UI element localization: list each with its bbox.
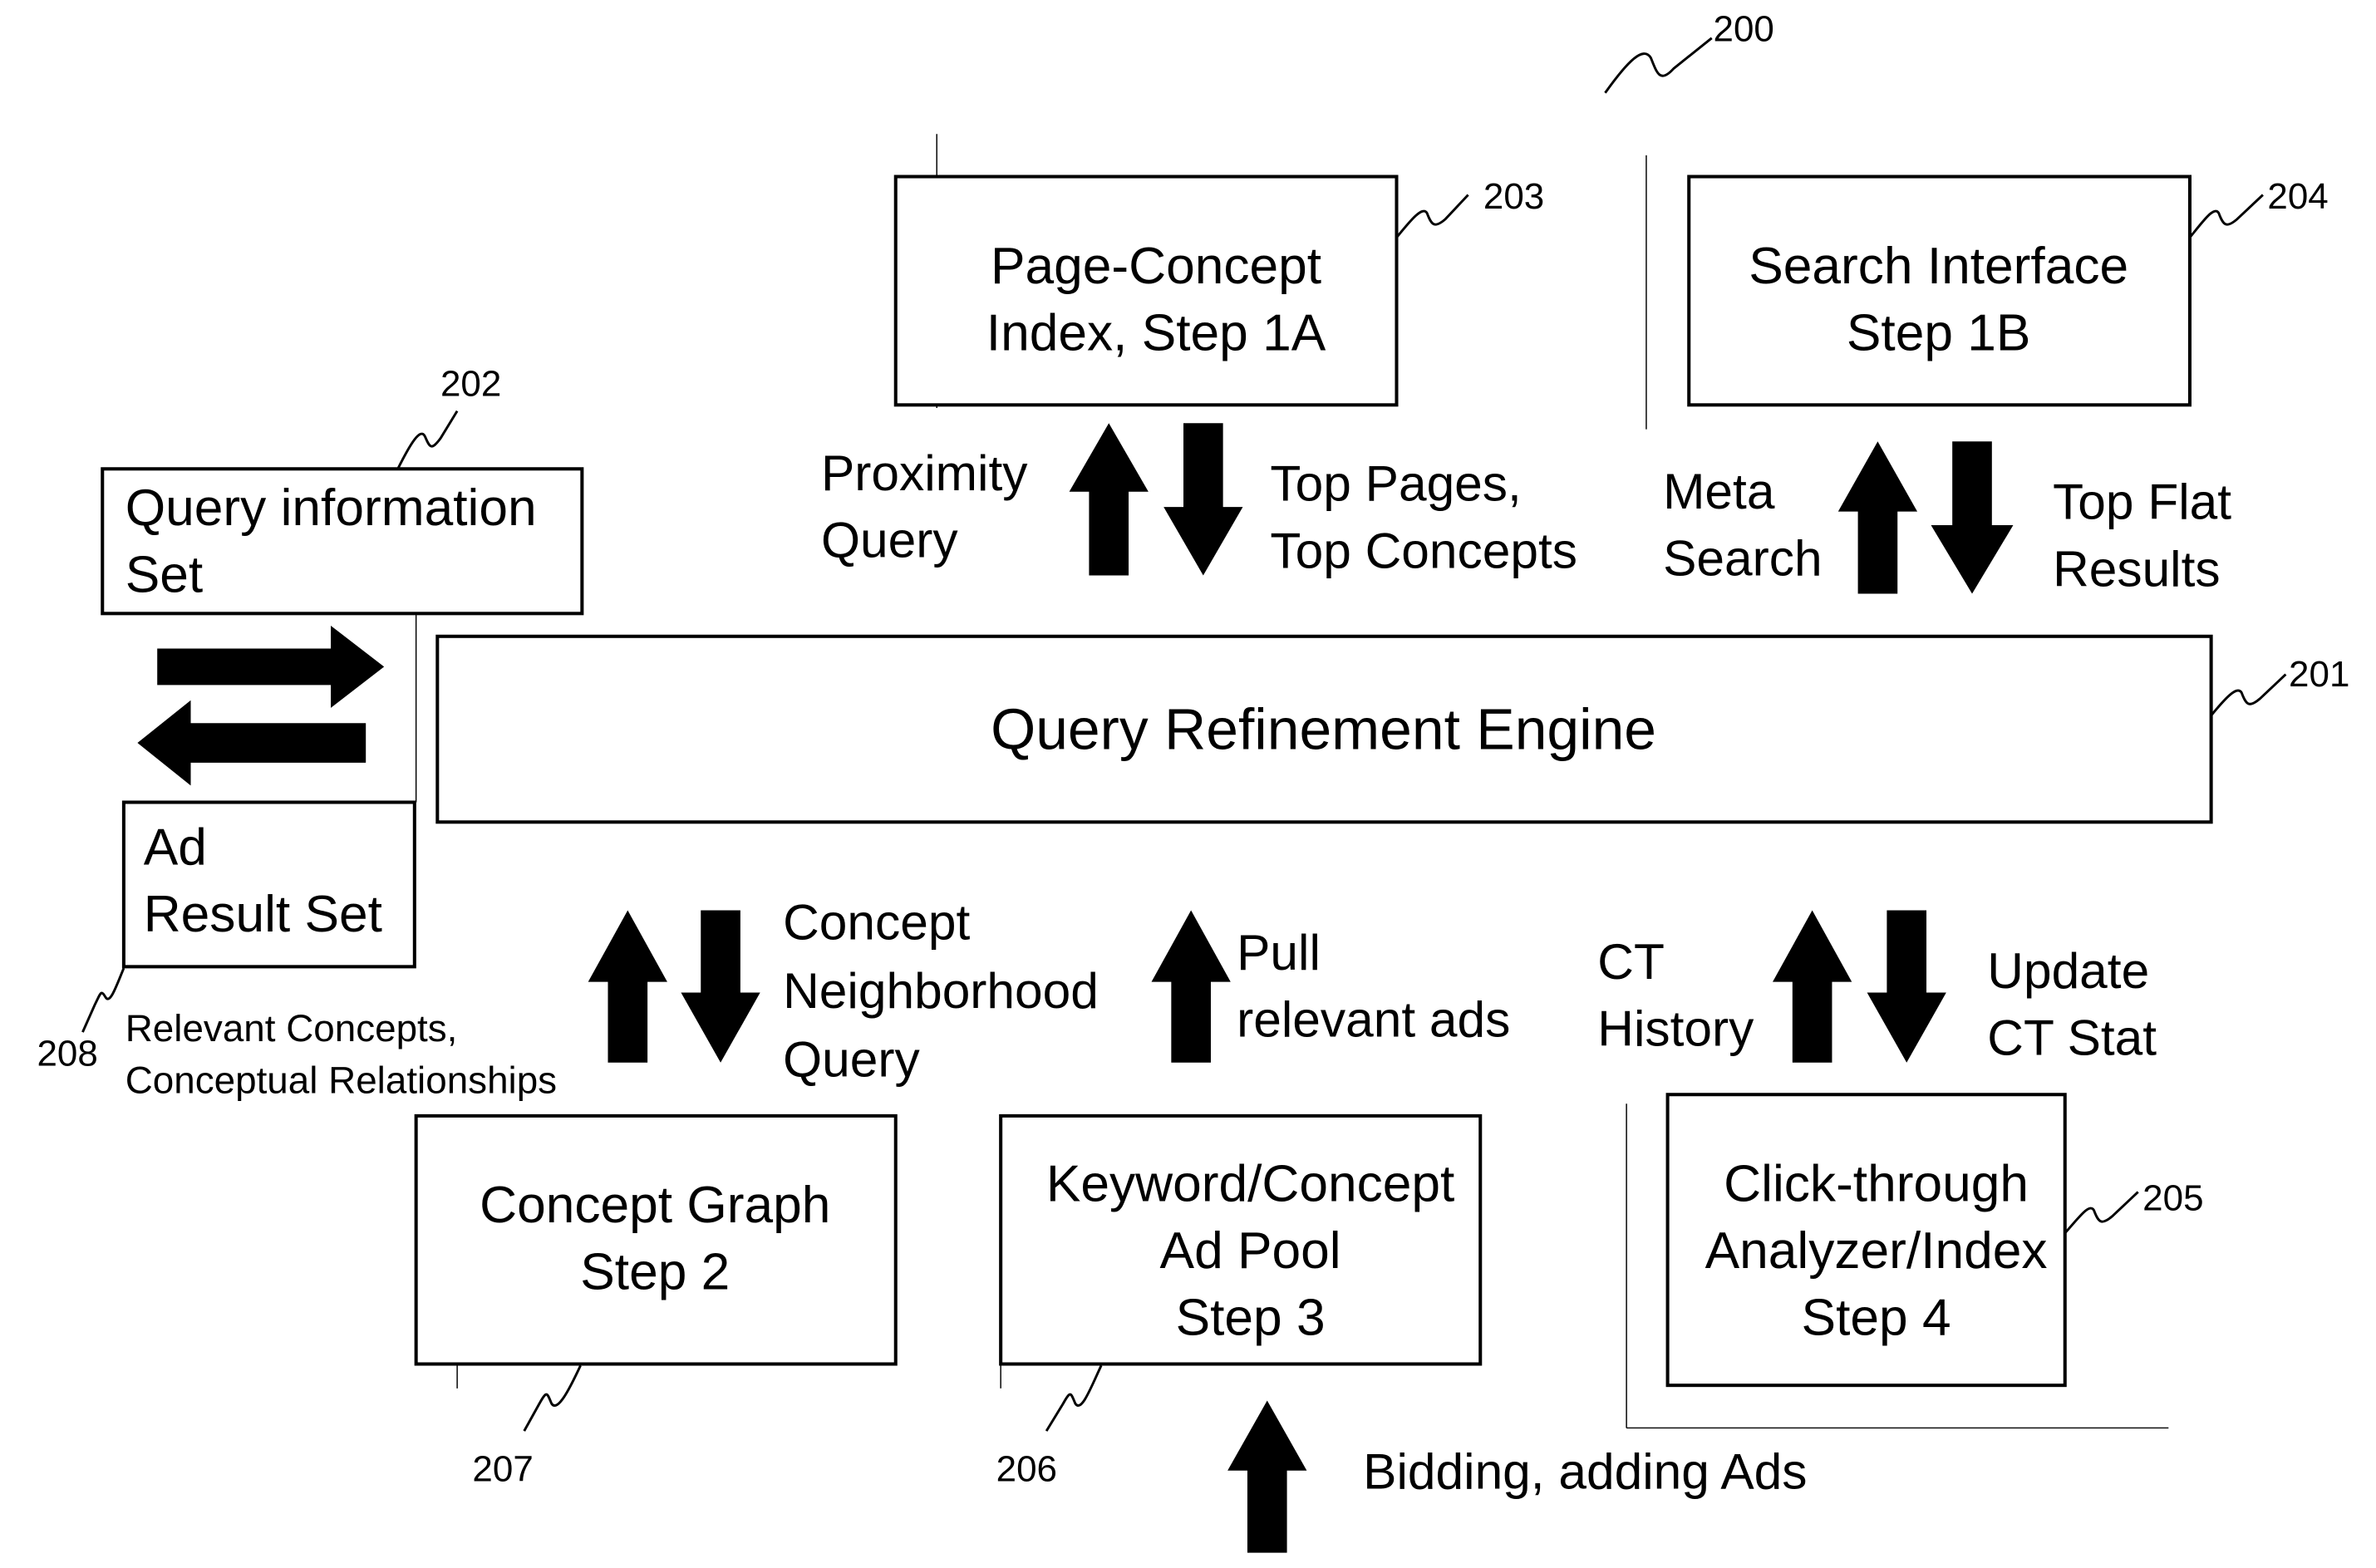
flow-label-proximity: Proximity <box>821 445 1028 501</box>
ad-result-set-box[interactable]: Ad Result Set <box>121 800 416 969</box>
ref-label-203: 203 <box>1483 176 1544 217</box>
flow-label-meta-search: Meta <box>1663 463 1775 519</box>
flow-label-concept-neighborhood: Neighborhood <box>783 962 1099 1019</box>
box-label-line: Page-Concept <box>991 238 1321 295</box>
arrow-down-icon <box>681 910 760 1063</box>
flow-label-top-pages: Top Concepts <box>1270 522 1577 578</box>
box-label-line: Step 1B <box>1847 304 2031 361</box>
arrow-left-icon <box>137 700 366 786</box>
ref-callout-202: 202 <box>396 363 501 469</box>
box-label-line: Search Interface <box>1749 238 2128 295</box>
box-label-line: Set <box>125 547 203 604</box>
flow-label-meta-search: Search <box>1663 530 1822 587</box>
arrow-up-icon <box>1837 441 1918 594</box>
arrow-up-icon <box>1773 910 1852 1063</box>
box-label-line: Ad <box>144 819 207 877</box>
flow-label-concept-neighborhood: Query <box>783 1030 920 1087</box>
arrow-right-icon <box>157 625 385 708</box>
flow-label-top-pages: Top Pages, <box>1270 455 1521 512</box>
ad-pool-box[interactable]: Keyword/Concept Ad Pool Step 3 <box>999 1113 1483 1366</box>
arrow-up-icon <box>1151 910 1231 1063</box>
ref-label-208: 208 <box>37 1033 97 1074</box>
flow-label-bidding: Bidding, adding Ads <box>1363 1443 1807 1500</box>
box-label-line: Click-through <box>1724 1155 2029 1212</box>
arrow-up-icon <box>588 910 667 1063</box>
search-interface-box[interactable]: Search Interface Step 1B <box>1687 174 2192 407</box>
ref-callout-205: 205 <box>2064 1177 2204 1234</box>
query-information-set-box[interactable]: Query information Set <box>101 467 584 616</box>
arrow-up-icon <box>1069 423 1149 576</box>
ref-callout-201: 201 <box>2210 654 2349 716</box>
box-label-line: Concept Graph <box>480 1177 830 1234</box>
box-label-line: Index, Step 1A <box>986 304 1326 361</box>
box-label-line: Analyzer/Index <box>1705 1222 2048 1280</box>
ref-label-207: 207 <box>472 1449 533 1490</box>
query-refinement-engine-box[interactable]: Query Refinement Engine <box>435 634 2213 824</box>
ref-label-201: 201 <box>2289 654 2349 695</box>
arrow-down-icon <box>1163 423 1243 576</box>
flow-label-proximity: Query <box>821 512 958 568</box>
concept-graph-box[interactable]: Concept Graph Step 2 <box>414 1113 898 1366</box>
ref-callout-204: 204 <box>2188 176 2329 238</box>
flow-label-pull-ads: Pull <box>1237 924 1321 981</box>
arrow-up-icon <box>1227 1400 1307 1553</box>
ref-label-202: 202 <box>440 363 501 404</box>
ref-callout-208: 208 <box>37 967 125 1074</box>
flow-label-pull-ads: relevant ads <box>1237 991 1510 1048</box>
ref-callout-207: 207 <box>472 1364 582 1490</box>
ref-callout-206: 206 <box>996 1364 1103 1490</box>
ref-label-200: 200 <box>1714 8 1774 49</box>
engine-label: Query Refinement Engine <box>991 696 1656 761</box>
box-label-line: Result Set <box>144 886 382 943</box>
arrow-down-icon <box>1931 441 2014 594</box>
flow-label-top-flat: Results <box>2053 540 2221 597</box>
flow-label-concept-neighborhood: Concept <box>783 893 970 950</box>
flow-label-top-flat: Top Flat <box>2053 474 2231 530</box>
system-diagram: 200 Page-Concept Index, Step 1A 203 Sear… <box>37 8 2349 1553</box>
flow-label-relevant-concepts: Conceptual Relationships <box>125 1059 557 1101</box>
box-label-line: Step 2 <box>580 1244 730 1301</box>
box-label-line: Keyword/Concept <box>1046 1155 1454 1212</box>
ref-label-204: 204 <box>2267 176 2328 217</box>
ref-callout-203: 203 <box>1395 176 1544 238</box>
ref-label-205: 205 <box>2142 1177 2203 1218</box>
box-label-line: Step 4 <box>1802 1290 1951 1347</box>
flow-label-update-ct: CT Stat <box>1987 1010 2157 1066</box>
flow-label-relevant-concepts: Relevant Concepts, <box>125 1007 458 1049</box>
flow-label-update-ct: Update <box>1987 942 2149 999</box>
box-label-line: Ad Pool <box>1160 1222 1341 1280</box>
figure-ref-200: 200 <box>1604 8 1774 94</box>
click-through-analyzer-box[interactable]: Click-through Analyzer/Index Step 4 <box>1665 1093 2067 1388</box>
page-concept-index-box[interactable]: Page-Concept Index, Step 1A <box>893 174 1399 407</box>
flow-label-ct-history: History <box>1597 1000 1754 1057</box>
arrow-down-icon <box>1867 910 1946 1063</box>
box-label-line: Query information <box>125 479 537 537</box>
box-label-line: Step 3 <box>1176 1290 1326 1347</box>
ref-label-206: 206 <box>996 1449 1057 1490</box>
flow-label-ct-history: CT <box>1597 933 1665 990</box>
